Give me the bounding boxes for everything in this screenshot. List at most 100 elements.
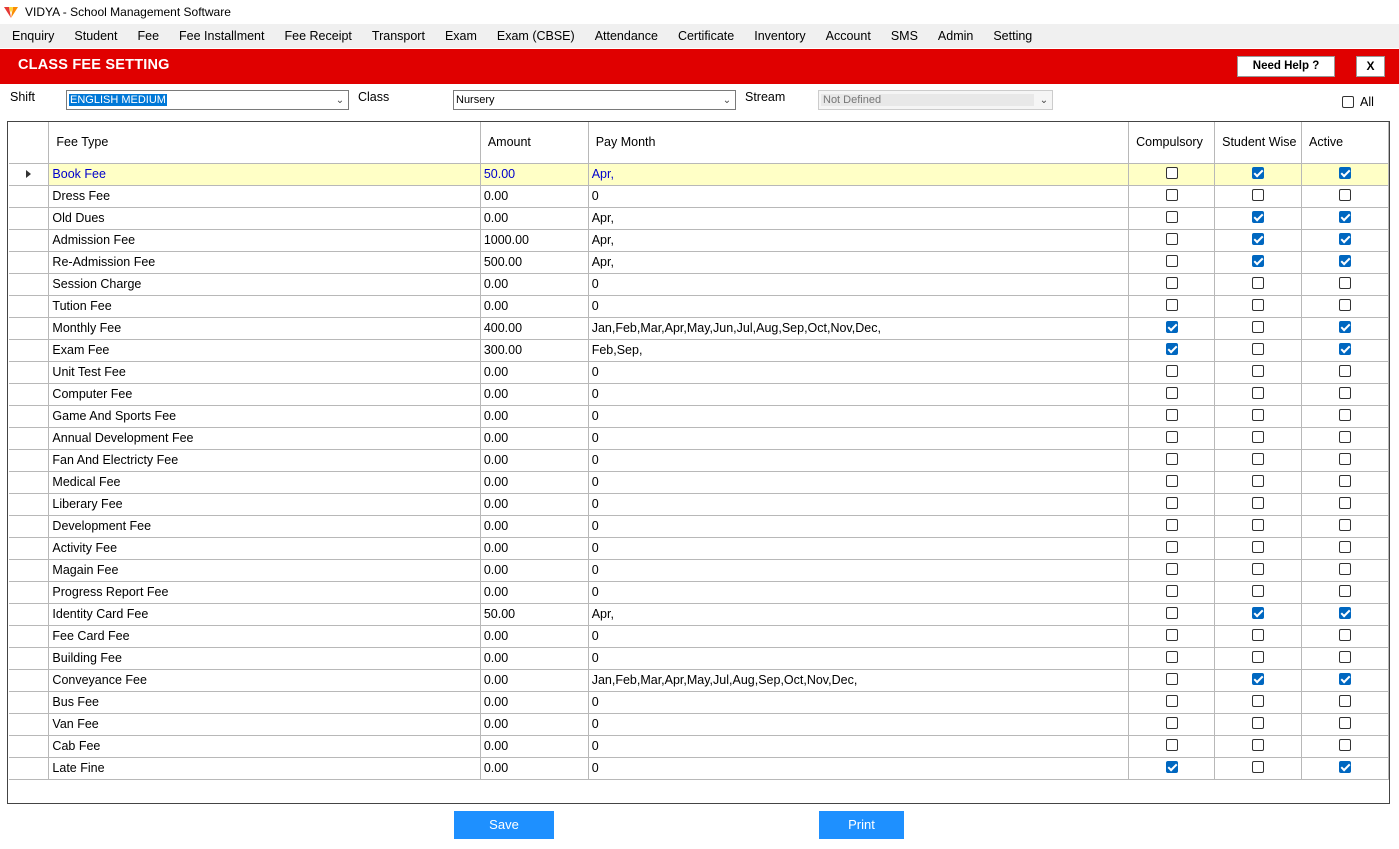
- need-help-button[interactable]: Need Help ?: [1237, 56, 1335, 77]
- menu-item-exam[interactable]: Exam: [435, 24, 487, 48]
- cell-amount[interactable]: 0.00: [480, 383, 589, 406]
- cell-pay-month[interactable]: 0: [588, 427, 1130, 450]
- active-checkbox[interactable]: [1339, 694, 1352, 707]
- student-wise-checkbox[interactable]: [1252, 298, 1265, 311]
- student-wise-checkbox[interactable]: [1252, 540, 1265, 553]
- student-wise-checkbox[interactable]: [1252, 518, 1265, 531]
- cell-fee-type[interactable]: Unit Test Fee: [48, 361, 481, 384]
- row-header[interactable]: [9, 757, 50, 780]
- active-checkbox[interactable]: [1339, 650, 1352, 663]
- active-checkbox[interactable]: [1339, 188, 1352, 201]
- row-header[interactable]: [9, 295, 50, 318]
- active-checkbox[interactable]: [1339, 452, 1352, 465]
- student-wise-checkbox[interactable]: [1252, 254, 1265, 267]
- active-checkbox[interactable]: [1339, 584, 1352, 597]
- cell-fee-type[interactable]: Tution Fee: [48, 295, 481, 318]
- compulsory-checkbox[interactable]: [1165, 210, 1178, 223]
- cell-pay-month[interactable]: 0: [588, 515, 1130, 538]
- row-header[interactable]: [9, 581, 50, 604]
- column-header-active[interactable]: Active: [1301, 122, 1389, 164]
- student-wise-checkbox[interactable]: [1252, 650, 1265, 663]
- cell-fee-type[interactable]: Exam Fee: [48, 339, 481, 362]
- cell-fee-type[interactable]: Annual Development Fee: [48, 427, 481, 450]
- menu-item-enquiry[interactable]: Enquiry: [2, 24, 64, 48]
- cell-fee-type[interactable]: Computer Fee: [48, 383, 481, 406]
- cell-amount[interactable]: 50.00: [480, 603, 589, 626]
- student-wise-checkbox[interactable]: [1252, 320, 1265, 333]
- cell-pay-month[interactable]: 0: [588, 625, 1130, 648]
- cell-fee-type[interactable]: Dress Fee: [48, 185, 481, 208]
- cell-pay-month[interactable]: 0: [588, 383, 1130, 406]
- cell-fee-type[interactable]: Session Charge: [48, 273, 481, 296]
- cell-amount[interactable]: 50.00: [480, 163, 589, 186]
- cell-pay-month[interactable]: Apr,: [588, 603, 1130, 626]
- active-checkbox[interactable]: [1339, 364, 1352, 377]
- menu-item-certificate[interactable]: Certificate: [668, 24, 744, 48]
- active-checkbox[interactable]: [1339, 716, 1352, 729]
- table-row[interactable]: Building Fee 0.00 0: [9, 647, 1389, 670]
- cell-fee-type[interactable]: Admission Fee: [48, 229, 481, 252]
- table-row[interactable]: Progress Report Fee 0.00 0: [9, 581, 1389, 604]
- student-wise-checkbox[interactable]: [1252, 606, 1265, 619]
- student-wise-checkbox[interactable]: [1252, 694, 1265, 707]
- cell-fee-type[interactable]: Monthly Fee: [48, 317, 481, 340]
- active-checkbox[interactable]: [1339, 518, 1352, 531]
- row-header[interactable]: [9, 317, 50, 340]
- student-wise-checkbox[interactable]: [1252, 562, 1265, 575]
- row-header[interactable]: [9, 405, 50, 428]
- compulsory-checkbox[interactable]: [1165, 298, 1178, 311]
- compulsory-checkbox[interactable]: [1165, 628, 1178, 641]
- row-header[interactable]: [9, 185, 50, 208]
- menu-item-account[interactable]: Account: [816, 24, 881, 48]
- cell-amount[interactable]: 0.00: [480, 185, 589, 208]
- compulsory-checkbox[interactable]: [1165, 672, 1178, 685]
- student-wise-checkbox[interactable]: [1252, 210, 1265, 223]
- row-header[interactable]: [9, 625, 50, 648]
- cell-fee-type[interactable]: Development Fee: [48, 515, 481, 538]
- row-header[interactable]: [9, 361, 50, 384]
- cell-amount[interactable]: 300.00: [480, 339, 589, 362]
- compulsory-checkbox[interactable]: [1165, 716, 1178, 729]
- cell-fee-type[interactable]: Fee Card Fee: [48, 625, 481, 648]
- cell-fee-type[interactable]: Van Fee: [48, 713, 481, 736]
- menu-item-exam-cbse[interactable]: Exam (CBSE): [487, 24, 585, 48]
- compulsory-checkbox[interactable]: [1165, 166, 1178, 179]
- cell-pay-month[interactable]: 0: [588, 581, 1130, 604]
- compulsory-checkbox[interactable]: [1165, 342, 1178, 355]
- row-header[interactable]: [9, 647, 50, 670]
- cell-amount[interactable]: 0.00: [480, 273, 589, 296]
- row-header[interactable]: [9, 163, 50, 186]
- table-row[interactable]: Admission Fee 1000.00 Apr,: [9, 229, 1389, 252]
- cell-amount[interactable]: 0.00: [480, 559, 589, 582]
- table-row[interactable]: Book Fee 50.00 Apr,: [9, 163, 1389, 186]
- cell-pay-month[interactable]: Jan,Feb,Mar,Apr,May,Jul,Aug,Sep,Oct,Nov,…: [588, 669, 1130, 692]
- table-row[interactable]: Medical Fee 0.00 0: [9, 471, 1389, 494]
- active-checkbox[interactable]: [1339, 562, 1352, 575]
- cell-pay-month[interactable]: 0: [588, 405, 1130, 428]
- cell-pay-month[interactable]: Apr,: [588, 207, 1130, 230]
- row-header[interactable]: [9, 427, 50, 450]
- compulsory-checkbox[interactable]: [1165, 320, 1178, 333]
- active-checkbox[interactable]: [1339, 408, 1352, 421]
- compulsory-checkbox[interactable]: [1165, 364, 1178, 377]
- cell-amount[interactable]: 0.00: [480, 757, 589, 780]
- cell-amount[interactable]: 0.00: [480, 713, 589, 736]
- student-wise-checkbox[interactable]: [1252, 342, 1265, 355]
- row-header[interactable]: [9, 207, 50, 230]
- cell-amount[interactable]: 0.00: [480, 691, 589, 714]
- row-header[interactable]: [9, 515, 50, 538]
- table-row[interactable]: Bus Fee 0.00 0: [9, 691, 1389, 714]
- cell-pay-month[interactable]: 0: [588, 493, 1130, 516]
- row-header[interactable]: [9, 251, 50, 274]
- cell-amount[interactable]: 0.00: [480, 515, 589, 538]
- compulsory-checkbox[interactable]: [1165, 650, 1178, 663]
- table-row[interactable]: Identity Card Fee 50.00 Apr,: [9, 603, 1389, 626]
- print-button[interactable]: Print: [819, 811, 904, 839]
- row-header[interactable]: [9, 537, 50, 560]
- student-wise-checkbox[interactable]: [1252, 584, 1265, 597]
- cell-fee-type[interactable]: Cab Fee: [48, 735, 481, 758]
- cell-fee-type[interactable]: Book Fee: [48, 163, 481, 186]
- row-header[interactable]: [9, 559, 50, 582]
- menu-item-sms[interactable]: SMS: [881, 24, 928, 48]
- cell-amount[interactable]: 0.00: [480, 581, 589, 604]
